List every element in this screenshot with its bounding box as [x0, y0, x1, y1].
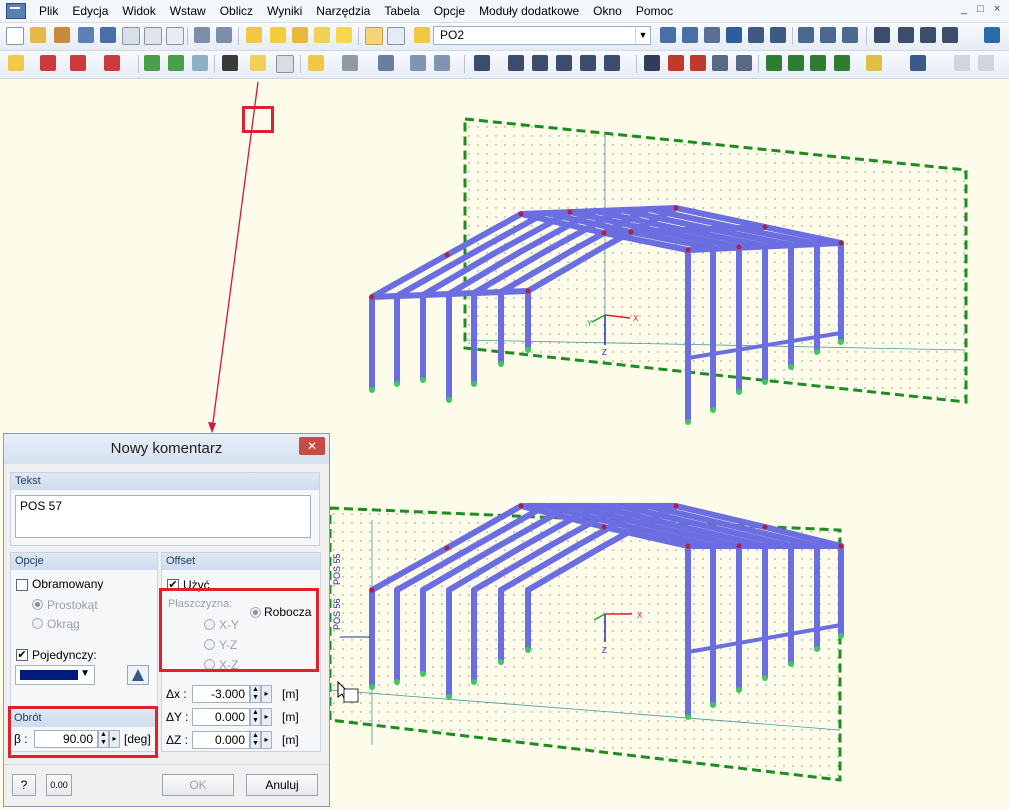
- dx-unit: [m]: [282, 687, 299, 701]
- plane-highlight: [159, 588, 319, 672]
- dx-step-button[interactable]: ▸: [261, 685, 272, 703]
- color-swatch: [20, 670, 78, 680]
- single-checkbox[interactable]: ✔: [16, 649, 28, 661]
- ok-button[interactable]: OK: [162, 774, 234, 796]
- dz-step-button[interactable]: ▸: [261, 731, 272, 749]
- rotation-highlight: [8, 706, 158, 758]
- dz-label: ΔZ :: [166, 733, 189, 747]
- comment-text-value: POS 57: [20, 499, 63, 513]
- font-button[interactable]: [127, 665, 149, 685]
- top-axis-z-label: Z: [602, 348, 607, 357]
- dx-input[interactable]: -3.000: [192, 685, 250, 703]
- top-model: X Y Z: [369, 117, 968, 425]
- dz-input[interactable]: 0.000: [192, 731, 250, 749]
- circle-radio[interactable]: [32, 618, 43, 629]
- callout-arrow: [211, 81, 259, 431]
- comment-pos-56[interactable]: POS 56: [332, 598, 342, 630]
- cancel-button[interactable]: Anuluj: [246, 774, 318, 796]
- dy-step-button[interactable]: ▸: [261, 708, 272, 726]
- rectangle-radio[interactable]: [32, 599, 43, 610]
- text-group: Tekst POS 57: [10, 472, 320, 546]
- font-icon: [132, 669, 144, 681]
- dx-label: Δx :: [166, 687, 187, 701]
- framed-checkbox[interactable]: [16, 579, 28, 591]
- ok-label: OK: [189, 778, 207, 792]
- new-comment-dialog: Nowy komentarz ✕ Tekst POS 57 Opcje Obra…: [3, 433, 330, 807]
- circle-label: Okrąg: [47, 617, 80, 631]
- bottom-axis-z-label: Z: [602, 646, 607, 655]
- rectangle-label: Prostokąt: [47, 598, 98, 612]
- units-button[interactable]: 0.00: [46, 774, 72, 796]
- chevron-down-icon: ▼: [80, 668, 90, 679]
- help-icon: ?: [20, 778, 28, 792]
- dy-value: 0.000: [214, 710, 245, 724]
- dy-unit: [m]: [282, 710, 299, 724]
- dy-spinner[interactable]: ▲ ▼: [250, 708, 261, 726]
- offset-group-title: Offset: [162, 553, 320, 570]
- dx-spinner[interactable]: ▲ ▼: [250, 685, 261, 703]
- framed-label: Obramowany: [32, 577, 104, 591]
- dx-value: -3.000: [210, 687, 245, 701]
- dialog-close-button[interactable]: ✕: [299, 437, 325, 455]
- dy-label: ΔY :: [166, 710, 189, 724]
- top-axis-x-label: X: [633, 314, 639, 323]
- dialog-title: Nowy komentarz: [110, 440, 223, 457]
- comment-pos-55[interactable]: POS 55: [332, 553, 342, 585]
- dialog-title-bar[interactable]: Nowy komentarz ✕: [4, 434, 329, 464]
- text-group-title: Tekst: [11, 473, 319, 490]
- options-group-title: Opcje: [11, 553, 157, 570]
- bottom-axis-x-label: X: [637, 611, 643, 620]
- color-row: ▼: [11, 665, 157, 687]
- cancel-label: Anuluj: [265, 778, 299, 792]
- dz-spinner[interactable]: ▲ ▼: [250, 731, 261, 749]
- dy-input[interactable]: 0.000: [192, 708, 250, 726]
- color-select[interactable]: ▼: [15, 665, 95, 685]
- comment-text-field[interactable]: POS 57: [15, 495, 311, 538]
- top-axis-y-label: Y: [587, 319, 593, 328]
- close-icon: ✕: [306, 439, 318, 453]
- bottom-model: X Z POS 55 POS 56: [328, 502, 844, 782]
- single-label: Pojedynczy:: [32, 648, 97, 662]
- dz-value: 0.000: [214, 733, 245, 747]
- dz-unit: [m]: [282, 733, 299, 747]
- units-icon: 0.00: [50, 780, 68, 790]
- help-button[interactable]: ?: [12, 774, 36, 796]
